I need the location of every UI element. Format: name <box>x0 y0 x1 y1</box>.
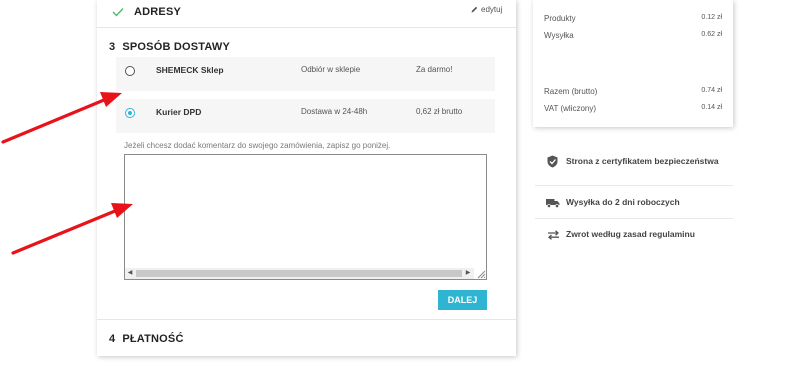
reassurance-text: Strona z certyfikatem bezpieczeństwa <box>566 156 719 166</box>
comment-label: Jeżeli chcesz dodać komentarz do swojego… <box>124 141 391 150</box>
step-number: 4 <box>109 333 116 345</box>
step-addresses-title: ADRESY <box>134 6 182 18</box>
truck-icon <box>546 199 560 208</box>
summary-vat-label: VAT (wliczony) <box>544 104 597 113</box>
summary-shipping-label: Wysyłka <box>544 31 574 40</box>
divider <box>97 319 516 320</box>
edit-addresses-link[interactable]: edytuj <box>471 5 502 14</box>
comment-textarea[interactable] <box>124 154 487 280</box>
summary-shipping-value: 0.62 zł <box>701 31 722 38</box>
carrier-price: 0,62 zł brutto <box>416 107 463 116</box>
carrier-radio-dpd[interactable] <box>125 108 135 118</box>
resize-grip-icon[interactable] <box>476 269 486 279</box>
summary-vat-value: 0.14 zł <box>701 104 722 111</box>
step-number: 3 <box>109 41 116 53</box>
edit-link-label: edytuj <box>481 5 503 14</box>
carrier-name: SHEMECK Sklep <box>156 65 224 75</box>
next-button[interactable]: DALEJ <box>438 290 487 310</box>
step-title: SPOSÓB DOSTAWY <box>122 41 231 53</box>
check-icon <box>112 8 124 17</box>
divider <box>97 27 516 28</box>
divider <box>535 185 733 186</box>
step-delivery-header: 3 SPOSÓB DOSTAWY <box>109 41 230 53</box>
scroll-right-icon[interactable]: ▶ <box>463 268 473 279</box>
pencil-icon <box>471 6 478 13</box>
carrier-price: Za darmo! <box>416 65 453 74</box>
carrier-delay: Odbiór w sklepie <box>301 65 361 74</box>
divider <box>535 218 733 219</box>
summary-products-value: 0.12 zł <box>701 14 722 21</box>
scrollbar-thumb[interactable] <box>136 270 462 277</box>
exchange-arrows-icon <box>548 230 559 240</box>
summary-total-value: 0.74 zł <box>701 87 722 94</box>
summary-products-label: Produkty <box>544 14 576 23</box>
summary-total-label: Razem (brutto) <box>544 87 598 96</box>
carrier-name: Kurier DPD <box>156 107 202 117</box>
reassurance-text: Zwrot według zasad regulaminu <box>566 229 695 239</box>
scroll-left-icon[interactable]: ◀ <box>125 268 135 279</box>
step-title: PŁATNOŚĆ <box>122 333 184 345</box>
step-payment-header[interactable]: 4 PŁATNOŚĆ <box>109 333 184 345</box>
reassurance-text: Wysyłka do 2 dni roboczych <box>566 197 680 207</box>
carrier-radio-shemeck[interactable] <box>125 66 135 76</box>
carrier-delay: Dostawa w 24-48h <box>301 107 368 116</box>
